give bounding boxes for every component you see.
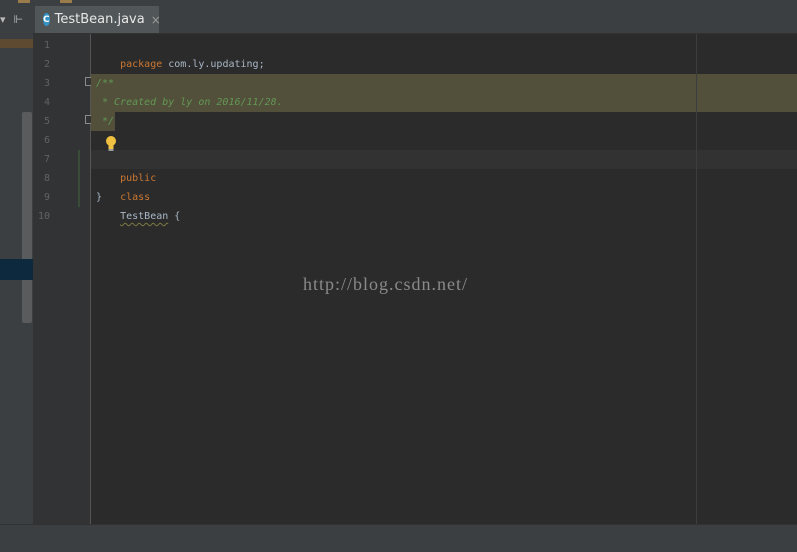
- watermark-text: http://blog.csdn.net/: [303, 274, 468, 294]
- line-number: 8: [43, 173, 50, 184]
- code-line-1[interactable]: package com.ly.updating;: [96, 36, 265, 70]
- keyword-public: public: [120, 173, 157, 184]
- editor-gutter[interactable]: 1 2 3 4 5 6 7 8 9 10: [33, 34, 94, 524]
- line-number: 1: [43, 40, 50, 51]
- close-icon[interactable]: ×: [151, 13, 161, 27]
- folder-icon[interactable]: [18, 0, 30, 3]
- keyword-class: class: [120, 192, 151, 203]
- line-number: 7: [43, 154, 50, 165]
- class-c-icon: C: [43, 13, 50, 26]
- project-root-row[interactable]: [0, 39, 33, 48]
- line-number: 5: [43, 116, 50, 127]
- code-line-7[interactable]: public class TestBean {: [96, 150, 180, 222]
- project-tool-window: [0, 6, 34, 524]
- line-number: 2: [43, 59, 50, 70]
- line-number: 6: [43, 135, 50, 146]
- tab-testbean-java[interactable]: C TestBean.java ×: [35, 6, 161, 33]
- code-line-5[interactable]: */: [96, 112, 114, 131]
- code-editor[interactable]: package com.ly.updating; /** * Created b…: [91, 34, 797, 524]
- dropdown-icon[interactable]: ▾: [0, 13, 6, 26]
- project-toolbar: ▾ ⊩: [0, 6, 33, 32]
- editor-tab-bar: C TestBean.java ×: [33, 6, 797, 34]
- code-line-3[interactable]: /**: [96, 74, 114, 93]
- package-name: com.ly.updating;: [162, 59, 265, 70]
- folder-icon[interactable]: [60, 0, 72, 3]
- collapse-all-icon[interactable]: ⊩: [14, 13, 24, 26]
- right-margin-guide: [696, 34, 697, 524]
- line-number: 3: [43, 78, 50, 89]
- keyword-package: package: [120, 59, 163, 70]
- line-number: 4: [43, 97, 50, 108]
- open-brace: {: [168, 211, 181, 222]
- code-line-9[interactable]: }: [96, 188, 102, 207]
- vcs-change-marker[interactable]: [78, 150, 80, 207]
- tab-label: TestBean.java: [54, 12, 145, 27]
- project-selected-row[interactable]: [0, 259, 33, 280]
- project-scrollbar[interactable]: [22, 112, 32, 323]
- line-number: 10: [37, 211, 50, 222]
- caret-row-highlight: [91, 150, 797, 169]
- code-line-4[interactable]: * Created by ly on 2016/11/28.: [96, 93, 283, 112]
- status-bar: [0, 524, 797, 552]
- line-number: 9: [43, 192, 50, 203]
- class-name[interactable]: TestBean: [120, 211, 168, 222]
